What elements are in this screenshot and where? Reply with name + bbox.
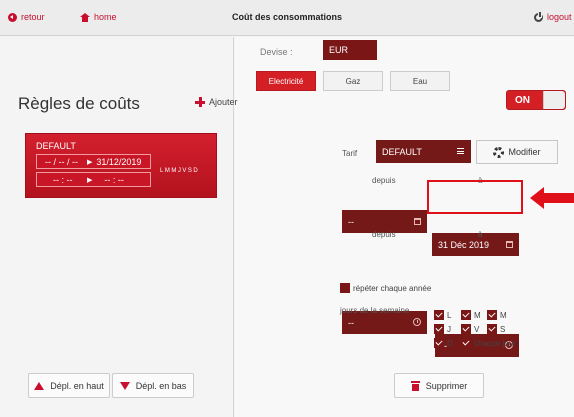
tariff-label: Tarif	[342, 149, 358, 158]
weekdays-label: jours de la semaine	[340, 306, 410, 315]
day-checkbox-d[interactable]: D	[434, 338, 453, 348]
tariff-select[interactable]: DEFAULT	[376, 140, 471, 163]
checkbox-checked-icon	[434, 310, 444, 320]
toggle-knob	[543, 91, 565, 109]
triangle-down-icon	[119, 381, 130, 390]
tab-gaz[interactable]: Gaz	[323, 71, 383, 91]
checkbox-checked-icon	[434, 338, 444, 348]
checkbox-icon	[340, 283, 350, 293]
checkbox-checked-icon	[461, 324, 471, 334]
move-up-button[interactable]: Dépl. en haut	[28, 373, 110, 398]
checkbox-checked-icon	[461, 338, 471, 348]
page-title: Coût des consommations	[231, 12, 342, 22]
time-since-label: depuis	[372, 230, 396, 239]
checkbox-checked-icon	[461, 310, 471, 320]
checkbox-checked-icon	[487, 310, 497, 320]
checkbox-checked-icon	[434, 324, 444, 334]
gear-icon	[493, 146, 505, 158]
menu-icon	[457, 148, 464, 154]
on-off-toggle[interactable]: ON	[506, 90, 566, 110]
move-down-button[interactable]: Dépl. en bas	[112, 373, 194, 398]
tab-electricite[interactable]: Electricité	[256, 71, 316, 91]
calendar-icon	[506, 241, 513, 248]
time-to-label: à	[478, 230, 483, 239]
delete-button[interactable]: Supprimer	[394, 373, 484, 398]
tab-eau[interactable]: Eau	[390, 71, 450, 91]
currency-select[interactable]: EUR	[323, 40, 377, 60]
every-day-checkbox[interactable]: chaque jour	[461, 338, 516, 348]
day-checkbox-v[interactable]: V	[461, 324, 479, 334]
rule-time-range: -- : -- ▶ -- : --	[36, 172, 151, 187]
rule-name: DEFAULT	[36, 141, 76, 151]
power-icon	[534, 10, 543, 22]
toggle-label: ON	[515, 95, 530, 106]
triangle-up-icon	[34, 381, 45, 390]
clock-icon	[413, 318, 421, 326]
arrow-right-icon: ▶	[87, 158, 93, 166]
trash-icon	[410, 380, 420, 391]
add-rule-button[interactable]: Ajouter	[195, 97, 238, 107]
rule-card-default[interactable]: DEFAULT -- / -- / -- ▶ 31/12/2019 -- : -…	[25, 133, 217, 198]
day-checkbox-m2[interactable]: M	[487, 310, 507, 320]
repeat-yearly-checkbox[interactable]: répéter chaque année	[340, 283, 431, 293]
currency-label: Devise :	[260, 47, 293, 57]
checkbox-checked-icon	[487, 324, 497, 334]
day-checkbox-s[interactable]: S	[487, 324, 505, 334]
date-to-input[interactable]: 31 Déc 2019	[432, 233, 519, 256]
date-since-label: depuis	[372, 176, 396, 185]
calendar-icon	[414, 218, 421, 225]
logout-button[interactable]: logout	[534, 10, 572, 22]
day-checkbox-j[interactable]: J	[434, 324, 451, 334]
day-checkbox-l[interactable]: L	[434, 310, 451, 320]
modify-button[interactable]: Modifier	[476, 140, 558, 164]
arrow-right-icon: ▶	[87, 176, 93, 184]
arrow-left-icon	[530, 187, 574, 209]
rule-days: LMMJVSD	[160, 168, 200, 174]
rules-title: Règles de coûts	[18, 94, 140, 113]
plus-icon	[195, 97, 205, 107]
rule-date-range: -- / -- / -- ▶ 31/12/2019	[36, 154, 151, 169]
highlight-box	[427, 180, 523, 214]
day-checkbox-m1[interactable]: M	[461, 310, 481, 320]
